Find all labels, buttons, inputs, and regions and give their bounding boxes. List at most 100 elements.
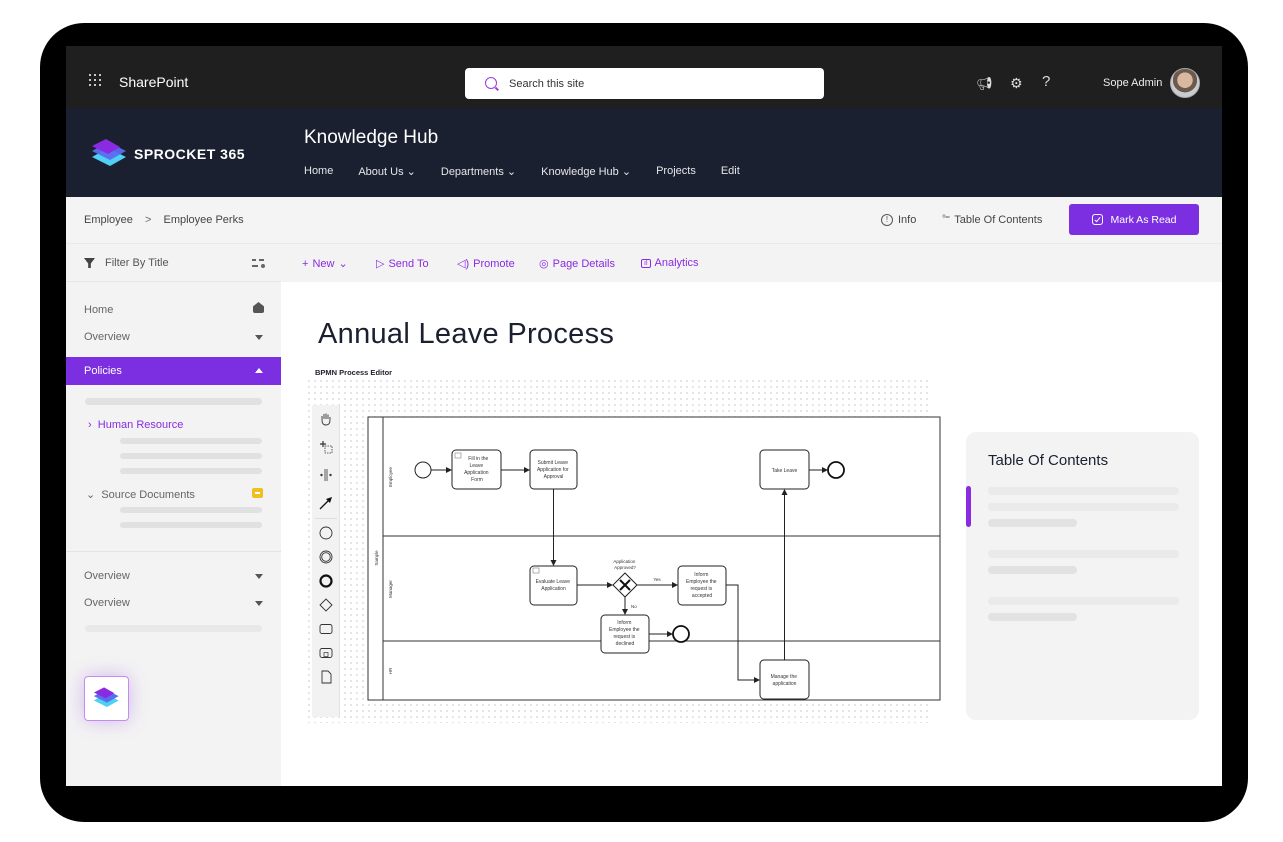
subprocess-icon[interactable] bbox=[319, 646, 333, 660]
app-name[interactable]: SharePoint bbox=[119, 74, 188, 90]
user-name[interactable]: Sope Admin bbox=[1103, 77, 1162, 89]
hand-tool-icon[interactable] bbox=[319, 412, 333, 426]
sidebar-item-overview-3[interactable]: Overview bbox=[66, 590, 281, 616]
sidebar-divider bbox=[66, 551, 281, 552]
toc-entry[interactable] bbox=[988, 613, 1077, 621]
hub-nav-knowledge-hub[interactable]: Knowledge Hub ⌄ bbox=[541, 165, 631, 178]
space-tool-icon[interactable] bbox=[319, 468, 333, 482]
task-take-leave[interactable]: Take Leave bbox=[759, 449, 810, 490]
toc-entry[interactable] bbox=[988, 550, 1179, 558]
skeleton-line bbox=[120, 468, 262, 474]
caret-up-icon bbox=[255, 368, 263, 373]
checkbox-icon bbox=[1091, 214, 1103, 225]
start-event-icon[interactable] bbox=[319, 526, 333, 540]
gear-icon[interactable]: ⚙ bbox=[1010, 75, 1023, 92]
hub-nav-home[interactable]: Home bbox=[304, 165, 333, 178]
lasso-tool-icon[interactable] bbox=[319, 440, 333, 454]
sidebar-item-policies[interactable]: Policies bbox=[66, 357, 281, 385]
start-event[interactable] bbox=[414, 461, 432, 479]
hub-nav-projects[interactable]: Projects bbox=[656, 165, 696, 178]
avatar[interactable] bbox=[1170, 68, 1200, 98]
toc-button[interactable]: °⁼ Table Of Contents bbox=[942, 214, 1042, 226]
new-label: New bbox=[312, 257, 335, 270]
sidebar-subitem-source-documents[interactable]: ⌄ Source Documents bbox=[86, 488, 195, 501]
sprocket-app-tile[interactable] bbox=[84, 676, 129, 721]
send-to-button[interactable]: ▷ Send To bbox=[376, 257, 429, 271]
subitem-label: Source Documents bbox=[101, 489, 195, 501]
task-inform-declined[interactable]: Inform Employee the request is declined bbox=[600, 614, 650, 654]
lane-label-employee: Employee bbox=[388, 467, 393, 488]
hub-nav-departments[interactable]: Departments ⌄ bbox=[441, 165, 516, 178]
svg-text:Manage the applicati: Manage the application bbox=[771, 674, 799, 687]
toc-card: Table Of Contents bbox=[966, 432, 1199, 720]
sprocket-logo-icon[interactable] bbox=[88, 137, 132, 173]
filter-row[interactable]: Filter By Title bbox=[66, 244, 281, 282]
breadcrumb: Employee > Employee Perks bbox=[84, 214, 244, 226]
analytics-button[interactable]: ıl Analytics bbox=[641, 257, 699, 269]
caret-down-icon bbox=[255, 601, 263, 606]
toc-icon: °⁼ bbox=[942, 214, 950, 225]
mark-as-read-button[interactable]: Mark As Read bbox=[1069, 204, 1199, 235]
gateway-icon[interactable] bbox=[319, 598, 333, 612]
chevron-down-icon: ⌄ bbox=[86, 489, 99, 501]
suite-bar: SharePoint 📢︎ ⚙ ? Sope Admin bbox=[66, 46, 1222, 108]
task-fill-form[interactable]: Fill in the Leave Application Form bbox=[451, 449, 502, 490]
end-event[interactable] bbox=[827, 461, 845, 479]
search-input[interactable] bbox=[509, 74, 809, 94]
caret-down-icon bbox=[255, 335, 263, 340]
bpmn-diagram[interactable]: Sample Employee Manager HR Fill in the L… bbox=[361, 415, 941, 705]
command-bar: + New ⌄ ▷ Send To ◁) Promote ◎ Page Deta… bbox=[281, 244, 1222, 282]
promote-button[interactable]: ◁) Promote bbox=[457, 257, 515, 271]
hub-nav-edit[interactable]: Edit bbox=[721, 165, 740, 178]
chevron-down-icon: ⌄ bbox=[338, 258, 348, 270]
toc-active-indicator bbox=[966, 486, 971, 527]
breadcrumb-item-employee[interactable]: Employee bbox=[84, 214, 133, 226]
end-event[interactable] bbox=[672, 625, 690, 643]
megaphone-icon: ◁) bbox=[457, 258, 470, 270]
info-button[interactable]: ! Info bbox=[881, 214, 916, 226]
help-icon[interactable]: ? bbox=[1042, 73, 1050, 90]
send-icon: ▷ bbox=[376, 258, 385, 270]
toc-entry[interactable] bbox=[988, 566, 1077, 574]
analytics-icon: ıl bbox=[641, 258, 651, 268]
data-object-icon[interactable] bbox=[319, 670, 333, 684]
sidebar-item-home[interactable]: Home bbox=[66, 297, 281, 323]
task-manage-application[interactable]: Manage the application bbox=[759, 659, 810, 700]
home-icon bbox=[253, 302, 264, 313]
sliders-icon[interactable] bbox=[252, 258, 265, 268]
task-inform-accepted[interactable]: Inform Employee the request is accepted bbox=[677, 565, 727, 606]
sidebar-subitem-human-resource[interactable]: › Human Resource bbox=[88, 419, 183, 431]
breadcrumb-item-employee-perks[interactable]: Employee Perks bbox=[163, 214, 243, 226]
intermediate-event-icon[interactable] bbox=[319, 550, 333, 564]
toc-entry[interactable] bbox=[988, 503, 1179, 511]
page-title: Annual Leave Process bbox=[318, 318, 615, 350]
promote-label: Promote bbox=[473, 257, 515, 270]
new-button[interactable]: + New ⌄ bbox=[302, 257, 348, 271]
sidebar-item-overview-2[interactable]: Overview bbox=[66, 563, 281, 589]
search-box[interactable] bbox=[465, 68, 824, 99]
analytics-label: Analytics bbox=[654, 257, 699, 269]
caret-down-icon bbox=[255, 574, 263, 579]
task-icon[interactable] bbox=[319, 622, 333, 636]
sidebar-item-overview[interactable]: Overview bbox=[66, 324, 281, 350]
pool-label: Sample bbox=[374, 550, 379, 566]
end-event-icon[interactable] bbox=[319, 574, 333, 588]
sidebar-item-label: Overview bbox=[84, 570, 130, 582]
svg-text:Take Leave: Take Leave bbox=[772, 468, 798, 474]
bpmn-palette bbox=[312, 405, 340, 717]
page-details-button[interactable]: ◎ Page Details bbox=[539, 257, 615, 271]
page-details-label: Page Details bbox=[552, 257, 615, 270]
app-launcher-icon[interactable] bbox=[89, 74, 103, 88]
toc-entry[interactable] bbox=[988, 487, 1179, 495]
hub-title[interactable]: Knowledge Hub bbox=[304, 127, 438, 149]
toc-entry[interactable] bbox=[988, 519, 1077, 527]
filter-label[interactable]: Filter By Title bbox=[105, 257, 169, 269]
toc-entry[interactable] bbox=[988, 597, 1179, 605]
task-evaluate-application[interactable]: Evaluate Leave Application bbox=[529, 565, 578, 606]
sidebar-item-label: Overview bbox=[84, 331, 130, 343]
hub-nav-about-us[interactable]: About Us ⌄ bbox=[358, 165, 416, 178]
flow-label-yes: Yes bbox=[653, 577, 661, 582]
task-submit-application[interactable]: Submit Leave Application for Approval bbox=[529, 449, 578, 490]
megaphone-icon[interactable]: 📢︎ bbox=[976, 76, 993, 92]
connect-tool-icon[interactable] bbox=[319, 496, 333, 510]
